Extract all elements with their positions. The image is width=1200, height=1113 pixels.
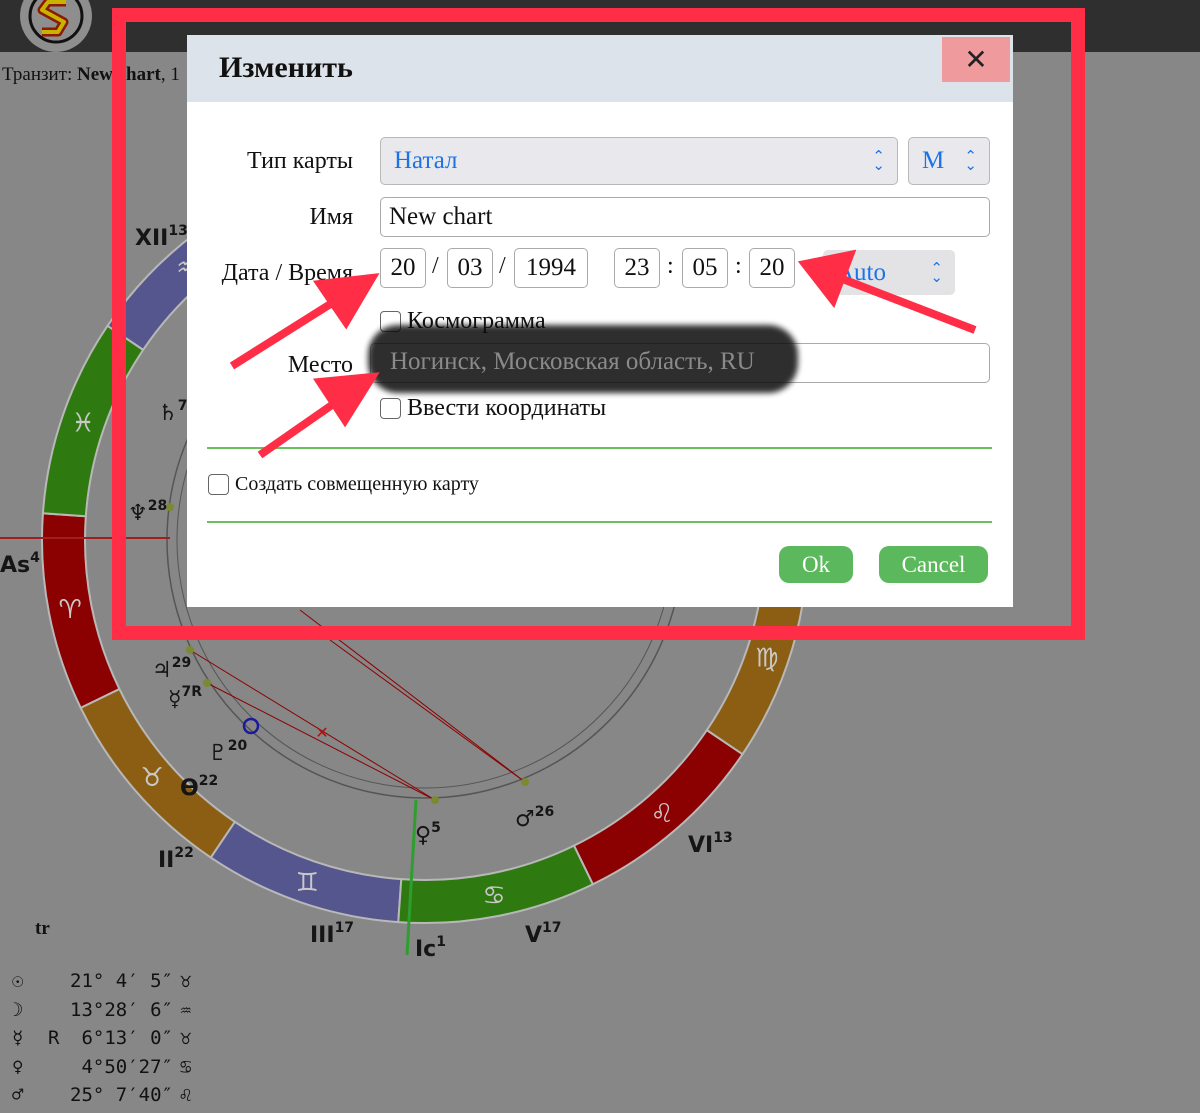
divider: [207, 447, 992, 449]
degree-label: 29: [172, 655, 191, 671]
dialog-header: Изменить ✕: [187, 35, 1013, 102]
retrograde-flag: R: [48, 1027, 60, 1049]
chart-label: II22: [158, 845, 194, 873]
place-value: Ногинск, Московская область, RU: [390, 348, 755, 375]
planet-dot: [521, 778, 529, 786]
chart-label: ♆28: [128, 498, 167, 526]
timezone-value: Auto: [836, 258, 886, 286]
degree-label: 7R: [182, 684, 203, 700]
chart-label: ♀5: [415, 820, 441, 848]
year-input[interactable]: 1994: [514, 248, 588, 288]
name-label: Имя: [309, 204, 353, 230]
enter-coordinates-checkbox[interactable]: Ввести координаты: [380, 395, 606, 422]
chart-label: ☿7R: [168, 684, 202, 712]
chart-label: III17: [310, 920, 354, 948]
hour-input[interactable]: 23: [614, 248, 660, 288]
planet-glyph: ☉: [12, 970, 24, 992]
gender-value: М: [922, 147, 945, 174]
planet-dot: [186, 646, 194, 654]
position-value: 25° 7′40″: [70, 1084, 173, 1106]
degree-label: 22: [174, 845, 193, 861]
gender-select[interactable]: М ⌃ ⌄: [908, 137, 990, 185]
aspect-line: [299, 609, 526, 783]
minute-input[interactable]: 05: [682, 248, 728, 288]
chart-type-select[interactable]: Натал ⌃ ⌄: [380, 137, 898, 185]
ok-button[interactable]: Ok: [779, 546, 853, 583]
chart-label: Ic1: [415, 934, 446, 962]
degree-label: 26: [535, 804, 554, 820]
combined-chart-checkbox[interactable]: Создать совмещенную карту: [208, 473, 479, 496]
planet-glyph: ☿: [12, 1027, 24, 1049]
chart-label: V17: [525, 920, 562, 948]
degree-label: 13: [713, 830, 732, 846]
time-separator: :: [735, 253, 742, 279]
combined-chart-label: Создать совмещенную карту: [235, 473, 479, 495]
degree-label: 4: [30, 550, 40, 566]
zodiac-sign-glyph: ♋: [482, 881, 505, 911]
sign-glyph: ♉: [180, 1027, 192, 1049]
chart-label: ♄7: [158, 398, 187, 426]
zodiac-sign-glyph: ♌: [651, 799, 674, 829]
date-separator: /: [499, 253, 506, 279]
chart-label: As4: [0, 550, 40, 578]
enter-coordinates-label: Ввести координаты: [407, 395, 607, 421]
planet-dot: [203, 679, 211, 687]
timezone-select[interactable]: Auto ⌃ ⌄: [823, 250, 955, 295]
chart-label: ♇20: [208, 738, 247, 766]
chevron-updown-icon: ⌃ ⌄: [872, 147, 885, 174]
chevron-updown-icon: ⌃ ⌄: [964, 147, 977, 174]
sign-glyph: ♒: [180, 998, 192, 1021]
name-input[interactable]: New chart: [380, 197, 990, 237]
close-button[interactable]: ✕: [942, 37, 1010, 82]
month-input[interactable]: 03: [447, 248, 493, 288]
checkbox-box[interactable]: [208, 474, 229, 495]
datetime-label: Дата / Время: [221, 260, 353, 286]
chart-label: ♃29: [152, 655, 191, 683]
checkbox-box[interactable]: [380, 398, 401, 419]
sign-glyph: ♌: [180, 1084, 192, 1106]
zodiac-sign-glyph: ♊: [296, 868, 319, 898]
chart-type-label: Тип карты: [247, 148, 353, 174]
divider: [207, 521, 992, 523]
degree-label: 22: [199, 773, 218, 789]
place-label: Место: [287, 352, 353, 378]
zodiac-sign-glyph: ♈: [58, 595, 81, 625]
date-separator: /: [432, 253, 439, 279]
degree-label: 17: [542, 920, 561, 936]
day-input[interactable]: 20: [380, 248, 426, 288]
degree-label: 5: [431, 820, 441, 836]
second-input[interactable]: 20: [749, 248, 795, 288]
dialog-title: Изменить: [219, 51, 353, 84]
position-value: 21° 4′ 5″: [70, 970, 173, 992]
position-value: 13°28′ 6″: [70, 998, 173, 1021]
degree-label: 1: [436, 934, 446, 950]
zodiac-sign-glyph: ♍: [755, 644, 778, 674]
aspect-cross: ✕: [315, 725, 328, 742]
sign-glyph: ♉: [180, 970, 192, 992]
aspect-line: [189, 649, 436, 801]
planet-dot: [431, 796, 439, 804]
time-separator: :: [667, 253, 674, 279]
position-value: 6°13′ 0″: [70, 1027, 173, 1049]
zodiac-sign-glyph: ♉: [141, 763, 164, 793]
planet-glyph: ♂: [12, 1084, 24, 1106]
zodiac-sign-glyph: ♓: [72, 408, 95, 438]
degree-label: 28: [148, 498, 167, 514]
close-icon: ✕: [964, 43, 988, 76]
position-value: 4°50′27″: [70, 1055, 173, 1078]
degree-label: 17: [335, 920, 354, 936]
chevron-updown-icon: ⌃ ⌄: [930, 258, 943, 286]
chart-label: VI13: [688, 830, 733, 858]
sign-glyph: ♋: [180, 1055, 192, 1078]
planet-glyph: ♀: [12, 1055, 24, 1078]
chart-type-value: Натал: [394, 147, 458, 174]
cancel-button[interactable]: Cancel: [879, 546, 988, 583]
chart-label: ♂26: [515, 804, 554, 832]
degree-label: 20: [228, 738, 248, 754]
transit-label: tr: [35, 918, 50, 939]
planet-glyph: ☽: [12, 998, 24, 1021]
